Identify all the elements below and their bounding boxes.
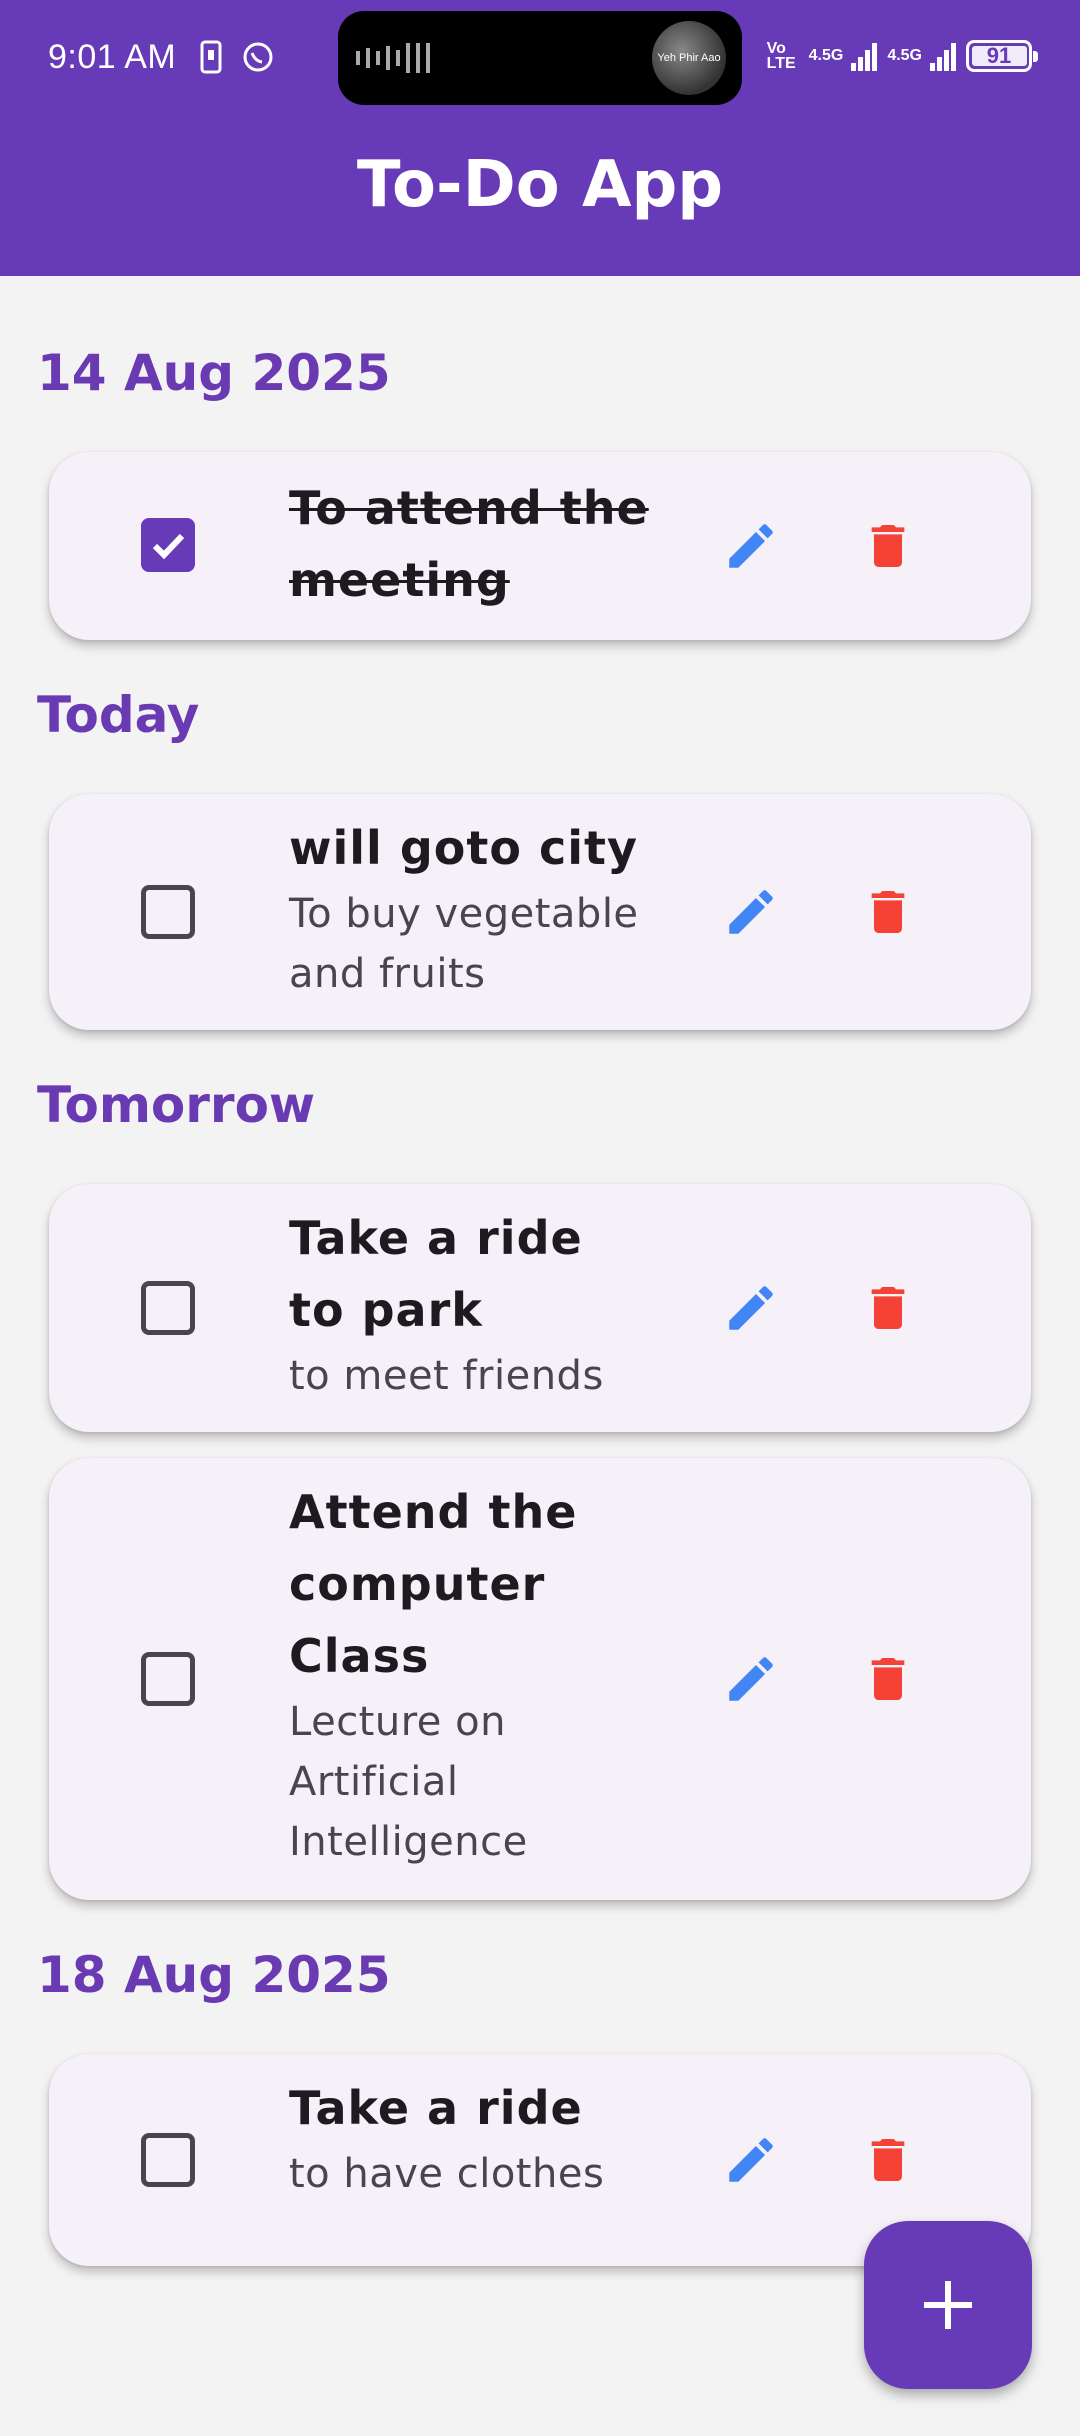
pencil-icon (729, 524, 773, 568)
pencil-icon (729, 1657, 773, 1701)
task-card[interactable]: Take a ride to park to meet friends (49, 1184, 1031, 1432)
edit-button[interactable] (711, 872, 791, 952)
app-title: To-Do App (356, 148, 724, 222)
delete-button[interactable] (848, 2120, 928, 2200)
delete-button[interactable] (848, 872, 928, 952)
delete-button[interactable] (848, 506, 928, 586)
task-subtitle: to meet friends (289, 1353, 604, 1399)
task-card[interactable]: To attend the meeting (49, 452, 1031, 640)
task-checkbox[interactable] (141, 518, 195, 572)
network-label-1: 4.5G (808, 47, 844, 64)
volte-label: Vo LTE (766, 40, 796, 72)
status-bar: 9:01 AM Yeh Phir Aao Vo LTE 4.5G 4.5G 91 (0, 0, 1080, 116)
pencil-icon (729, 2138, 773, 2182)
task-title: will goto city (289, 821, 638, 875)
audio-wave-icon (356, 43, 430, 73)
media-thumbnail[interactable]: Yeh Phir Aao (652, 21, 726, 95)
group-header: Today (37, 686, 200, 744)
trash-icon (871, 2139, 905, 2181)
signal-icon (851, 43, 878, 71)
status-time: 9:01 AM (48, 38, 177, 76)
task-subtitle: to have clothes (289, 2151, 605, 2197)
pencil-icon (729, 890, 773, 934)
network-label-2: 4.5G (887, 47, 922, 64)
app-bar: 9:01 AM Yeh Phir Aao Vo LTE 4.5G 4.5G 91… (0, 0, 1080, 276)
edit-button[interactable] (711, 506, 791, 586)
task-title: Take a ride (289, 2081, 583, 2135)
edit-button[interactable] (711, 2120, 791, 2200)
group-header: 14 Aug 2025 (37, 344, 391, 402)
trash-icon (871, 1287, 905, 1329)
battery-icon: 91 (966, 40, 1038, 72)
whatsapp-icon (243, 42, 273, 72)
edit-button[interactable] (711, 1639, 791, 1719)
signal-icon-2 (930, 43, 956, 71)
delete-button[interactable] (848, 1268, 928, 1348)
sim-icon (200, 40, 222, 74)
task-checkbox[interactable] (141, 1281, 195, 1335)
task-checkbox[interactable] (141, 2133, 195, 2187)
trash-icon (871, 1658, 905, 1700)
task-title: Take a ride to park (289, 1211, 583, 1337)
trash-icon (871, 891, 905, 933)
task-subtitle: To buy vegetable and fruits (289, 891, 639, 997)
task-checkbox[interactable] (141, 1652, 195, 1706)
delete-button[interactable] (848, 1639, 928, 1719)
group-header: Tomorrow (37, 1076, 316, 1134)
task-subtitle: Lecture on Artificial Intelligence (289, 1699, 528, 1865)
task-checkbox[interactable] (141, 885, 195, 939)
edit-button[interactable] (711, 1268, 791, 1348)
add-task-button[interactable] (864, 2221, 1032, 2389)
check-icon (152, 533, 185, 560)
battery-level: 91 (986, 43, 1012, 68)
plus-icon (924, 2281, 972, 2329)
pencil-icon (729, 1286, 773, 1330)
task-title: To attend the meeting (289, 481, 649, 607)
task-card[interactable]: will goto city To buy vegetable and frui… (49, 794, 1031, 1030)
task-card[interactable]: Attend the computer Class Lecture on Art… (49, 1458, 1031, 1900)
group-header: 18 Aug 2025 (37, 1946, 391, 2004)
trash-icon (871, 525, 905, 567)
status-right: Vo LTE 4.5G 4.5G 91 (766, 36, 1038, 76)
task-title: Attend the computer Class (289, 1485, 578, 1683)
dynamic-island: Yeh Phir Aao (338, 11, 742, 105)
